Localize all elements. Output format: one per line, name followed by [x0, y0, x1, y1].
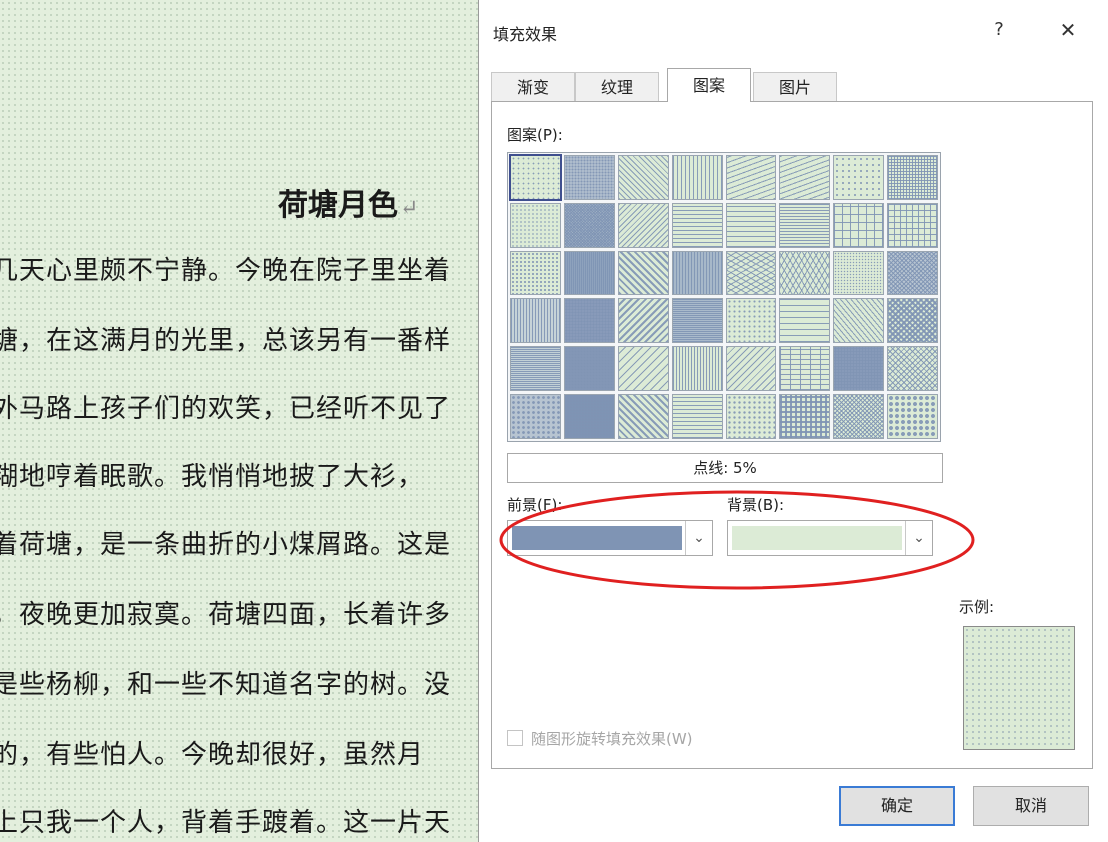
pattern-swatch[interactable]	[887, 202, 938, 248]
pattern-swatch[interactable]	[725, 394, 777, 439]
chevron-down-icon[interactable]: ⌄	[685, 521, 712, 555]
pattern-grid	[507, 152, 941, 442]
pattern-swatch[interactable]	[563, 346, 615, 392]
document-title-text: 荷塘月色	[278, 188, 398, 223]
pattern-swatch[interactable]	[725, 202, 777, 248]
pattern-swatch[interactable]	[887, 250, 938, 296]
pattern-swatch[interactable]	[779, 298, 831, 344]
pattern-swatch[interactable]	[725, 346, 777, 392]
pattern-swatch[interactable]	[617, 155, 669, 200]
document-line: 几天心里颇不宁静。今晚在院子里坐着	[0, 256, 452, 286]
document-line: 外马路上孩子们的欢笑，已经听不见了	[0, 394, 452, 424]
pattern-swatch[interactable]	[563, 298, 615, 344]
paragraph-mark-icon: ↵	[400, 196, 419, 221]
pattern-swatch[interactable]	[671, 202, 723, 248]
document-line: 上只我一个人，背着手踱着。这一片天	[0, 808, 452, 838]
pattern-swatch[interactable]	[833, 346, 885, 392]
rotate-with-shape-checkbox[interactable]	[507, 730, 523, 746]
pattern-swatch[interactable]	[887, 298, 938, 344]
pattern-swatch[interactable]	[833, 155, 885, 200]
document-line: 的，有些怕人。今晚却很好，虽然月	[0, 740, 425, 770]
pattern-swatch[interactable]	[833, 394, 885, 439]
document-line: 糊地哼着眠歌。我悄悄地披了大衫，	[0, 462, 425, 492]
tab-gradient[interactable]: 渐变	[491, 72, 575, 102]
foreground-color-swatch	[512, 526, 682, 550]
pattern-swatch[interactable]	[563, 250, 615, 296]
tab-pattern[interactable]: 图案	[667, 68, 751, 102]
pattern-swatch[interactable]	[617, 394, 669, 439]
pattern-swatch[interactable]	[725, 250, 777, 296]
background-color-swatch	[732, 526, 902, 550]
ok-button[interactable]: 确定	[839, 786, 955, 826]
rotate-with-shape-label: 随图形旋转填充效果(W)	[531, 730, 693, 748]
pattern-swatch[interactable]	[779, 155, 831, 200]
background-label: 背景(B):	[727, 496, 785, 514]
pattern-swatch[interactable]	[563, 394, 615, 439]
document-line: 塘，在这满月的光里，总该另有一番样	[0, 326, 452, 356]
help-button[interactable]: ?	[987, 16, 1011, 44]
pattern-swatch[interactable]	[617, 202, 669, 248]
pattern-swatch[interactable]	[671, 394, 723, 439]
pattern-swatch[interactable]	[617, 298, 669, 344]
pattern-swatch[interactable]	[833, 202, 885, 248]
background-color-dropdown[interactable]: ⌄	[727, 520, 933, 556]
fill-effects-dialog: 填充效果 ? ✕ 渐变 纹理 图案 图片 图案(P): 点线: 5% 前景(F)…	[478, 0, 1108, 842]
pattern-swatch[interactable]	[563, 202, 615, 248]
dialog-title: 填充效果	[493, 25, 558, 44]
tab-texture[interactable]: 纹理	[575, 72, 659, 102]
foreground-color-dropdown[interactable]: ⌄	[507, 520, 713, 556]
pattern-swatch[interactable]	[510, 346, 561, 392]
document-title: 荷塘月色↵	[278, 180, 418, 224]
pattern-swatch[interactable]	[779, 250, 831, 296]
pattern-swatch[interactable]	[510, 250, 561, 296]
pattern-label: 图案(P):	[507, 126, 563, 144]
pattern-swatch[interactable]	[725, 298, 777, 344]
pattern-swatch[interactable]	[887, 155, 938, 200]
chevron-down-icon[interactable]: ⌄	[905, 521, 932, 555]
pattern-swatch[interactable]	[671, 155, 723, 200]
pattern-swatch[interactable]	[887, 346, 938, 392]
close-button[interactable]: ✕	[1054, 16, 1082, 44]
pattern-swatch[interactable]	[671, 346, 723, 392]
pattern-swatch[interactable]	[510, 394, 561, 439]
pattern-swatch[interactable]	[509, 154, 562, 201]
tab-picture[interactable]: 图片	[753, 72, 837, 102]
document-line: ，夜晚更加寂寞。荷塘四面，长着许多	[0, 600, 452, 630]
pattern-swatch[interactable]	[833, 298, 885, 344]
pattern-swatch[interactable]	[833, 250, 885, 296]
pattern-swatch[interactable]	[510, 298, 561, 344]
cancel-button[interactable]: 取消	[973, 786, 1089, 826]
pattern-swatch[interactable]	[779, 346, 831, 392]
pattern-swatch[interactable]	[563, 155, 615, 200]
pattern-swatch[interactable]	[887, 394, 938, 439]
document-line: 着荷塘，是一条曲折的小煤屑路。这是	[0, 530, 452, 560]
pattern-swatch[interactable]	[617, 346, 669, 392]
pattern-swatch[interactable]	[510, 202, 561, 248]
sample-label: 示例:	[959, 598, 995, 616]
pattern-swatch[interactable]	[779, 202, 831, 248]
pattern-swatch[interactable]	[671, 250, 723, 296]
pattern-swatch[interactable]	[671, 298, 723, 344]
document-line: 是些杨柳，和一些不知道名字的树。没	[0, 670, 452, 700]
pattern-swatch[interactable]	[725, 155, 777, 200]
selected-pattern-name: 点线: 5%	[507, 453, 943, 483]
pattern-swatch[interactable]	[617, 250, 669, 296]
foreground-label: 前景(F):	[507, 496, 563, 514]
sample-preview	[963, 626, 1075, 750]
pattern-swatch[interactable]	[779, 394, 831, 439]
